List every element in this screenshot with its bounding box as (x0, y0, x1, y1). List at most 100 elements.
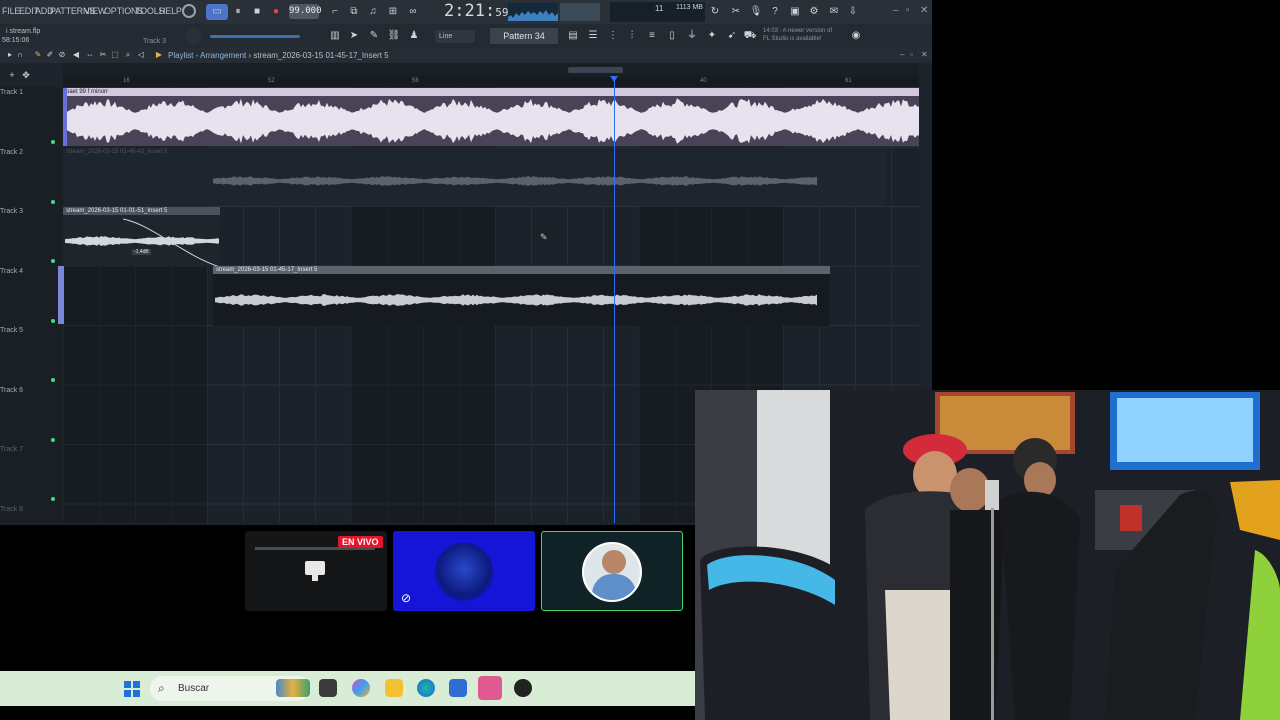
file-icon[interactable]: ▯ (664, 28, 680, 44)
clip-waveform (65, 218, 220, 267)
mute-icon[interactable]: ◀ (70, 49, 82, 61)
playlist-maximize-icon[interactable]: ▫ (910, 50, 913, 59)
playlist-title: Playlist - Arrangement › stream_2026-03-… (168, 51, 389, 60)
draw-icon[interactable]: ✎ (32, 49, 44, 61)
track-name-8[interactable]: Track 8 (0, 506, 23, 513)
piano-icon[interactable]: ▥ (327, 28, 343, 44)
main-volume-slider[interactable] (210, 35, 300, 38)
track-name-3[interactable]: Track 3 (0, 208, 23, 215)
download-icon[interactable]: ⇩ (845, 4, 861, 20)
avatar-face (602, 550, 626, 574)
playlist-icon[interactable]: ▤ (565, 28, 581, 44)
link-icon[interactable]: ⛓ (386, 28, 402, 44)
track-led[interactable] (51, 200, 55, 204)
speaker-icon[interactable]: ◁ (135, 49, 147, 61)
track-name-2[interactable]: Track 2 (0, 149, 23, 156)
snap-selector[interactable]: Line (435, 30, 475, 43)
cart-icon[interactable]: ⛟ (742, 28, 758, 44)
audio-clip[interactable]: stream_2026-03-15 01-46-43_Insert 5 (63, 148, 886, 206)
magnet-icon[interactable]: ∩ (14, 49, 26, 61)
song-mode-button[interactable]: ▭ (206, 4, 228, 20)
copilot-icon[interactable] (352, 679, 370, 697)
pause-icon[interactable]: ⏸ (230, 4, 246, 20)
track-led[interactable] (51, 378, 55, 382)
close-icon[interactable]: ✕ (920, 5, 928, 16)
overview-strip[interactable] (63, 63, 919, 77)
news-panel[interactable]: 14:03 : A newer version of FL Studio is … (763, 27, 853, 43)
cut-icon[interactable]: ✂ (728, 4, 744, 20)
task-view-icon[interactable] (319, 679, 337, 697)
track-name-1[interactable]: Track 1 (0, 89, 23, 96)
tool-icon[interactable]: ✦ (704, 28, 720, 44)
menu-file[interactable]: FILE (2, 6, 20, 16)
song-position-display[interactable]: 2:21:59 (444, 1, 508, 21)
pattern-selector[interactable]: Pattern 34 (490, 28, 558, 44)
discord-icon[interactable] (478, 676, 502, 700)
record-icon[interactable]: ● (268, 4, 284, 20)
undo-history-icon[interactable]: ↻ (707, 4, 723, 20)
audio-clip[interactable]: baet 99 f minorr (63, 88, 919, 146)
delete-icon[interactable]: ⊘ (56, 49, 68, 61)
countdown-icon[interactable]: ⧉ (346, 4, 362, 20)
playlist-close-icon[interactable]: ✕ (921, 50, 928, 59)
ruler-mark: 40 (700, 78, 707, 84)
master-volume[interactable] (560, 3, 600, 21)
widgets-icon[interactable] (276, 679, 310, 697)
metronome-icon[interactable] (182, 4, 196, 18)
loop-record-icon[interactable]: ∞ (405, 4, 421, 20)
slip-icon[interactable]: ⇔ (84, 49, 96, 61)
step-edit-icon[interactable]: ♫ (365, 4, 381, 20)
plugin-icon[interactable]: ⚙ (806, 4, 822, 20)
track-name-5[interactable]: Track 5 (0, 327, 23, 334)
save-icon[interactable]: ▣ (787, 4, 803, 20)
stamp-icon[interactable]: ♟ (406, 28, 422, 44)
playlist-minimize-icon[interactable]: – (900, 50, 904, 59)
track-led[interactable] (51, 140, 55, 144)
oscilloscope-monitor (508, 3, 558, 21)
send-icon[interactable]: ➹ (724, 28, 740, 44)
piano-roll-icon[interactable]: ☰ (585, 28, 601, 44)
overlay-card-blue: ⊘ (393, 531, 535, 611)
wait-input-icon[interactable]: ⌐ (327, 4, 343, 20)
fl-studio-taskbar-icon[interactable] (514, 679, 532, 697)
browser-icon[interactable]: ≡ (644, 28, 660, 44)
tempo-display[interactable]: 99.000 (289, 4, 322, 19)
windows-start-icon[interactable] (124, 681, 140, 697)
track-led[interactable] (51, 259, 55, 263)
track-name-6[interactable]: Track 6 (0, 387, 23, 394)
track-led[interactable] (51, 438, 55, 442)
mic-icon[interactable]: 🎙 (748, 4, 764, 20)
minimize-icon[interactable]: – (893, 5, 899, 16)
track-name-7[interactable]: Track 7 (0, 446, 23, 453)
blend-notes-icon[interactable]: ⊞ (385, 4, 401, 20)
play-arrow-icon[interactable]: ➤ (346, 28, 362, 44)
pitch-knob[interactable] (185, 28, 201, 44)
chat-icon[interactable]: ✉ (826, 4, 842, 20)
maximize-icon[interactable]: ▫ (906, 5, 910, 16)
track-name-4[interactable]: Track 4 (0, 268, 23, 275)
channel-rack-icon[interactable]: ⋮ (605, 28, 621, 44)
help-icon[interactable]: ? (767, 4, 783, 20)
playlist-play-icon[interactable]: ▶ (153, 49, 165, 61)
store-icon[interactable] (449, 679, 467, 697)
audio-clip[interactable]: stream_2026-03-15 01-45-17_Insert 5 (213, 266, 830, 326)
file-explorer-icon[interactable] (385, 679, 403, 697)
track-led[interactable] (51, 319, 55, 323)
audio-clip[interactable]: stream_2026-03-15 01-01-51_Insert 5 (63, 207, 220, 267)
plug-icon[interactable]: ⏚ (684, 28, 700, 44)
move-icon[interactable]: ✥ (18, 67, 34, 83)
timeline-ruler[interactable] (63, 77, 919, 87)
select-icon[interactable]: ⬚ (109, 49, 121, 61)
paint-icon[interactable]: ✐ (44, 49, 56, 61)
slice-icon[interactable]: ✂ (97, 49, 109, 61)
scroll-thumb[interactable] (568, 67, 623, 73)
track-led[interactable] (51, 497, 55, 501)
brush-icon[interactable]: ✎ (366, 28, 382, 44)
mixer-icon[interactable]: ⫶ (624, 28, 640, 44)
edge-icon[interactable] (417, 679, 435, 697)
stop-icon[interactable]: ■ (249, 4, 265, 20)
menu-help[interactable]: HELP (159, 6, 182, 16)
clip-waveform (215, 294, 817, 306)
menu-view[interactable]: VIEW (84, 6, 106, 16)
zoom-icon[interactable]: ⌕ (122, 49, 134, 61)
